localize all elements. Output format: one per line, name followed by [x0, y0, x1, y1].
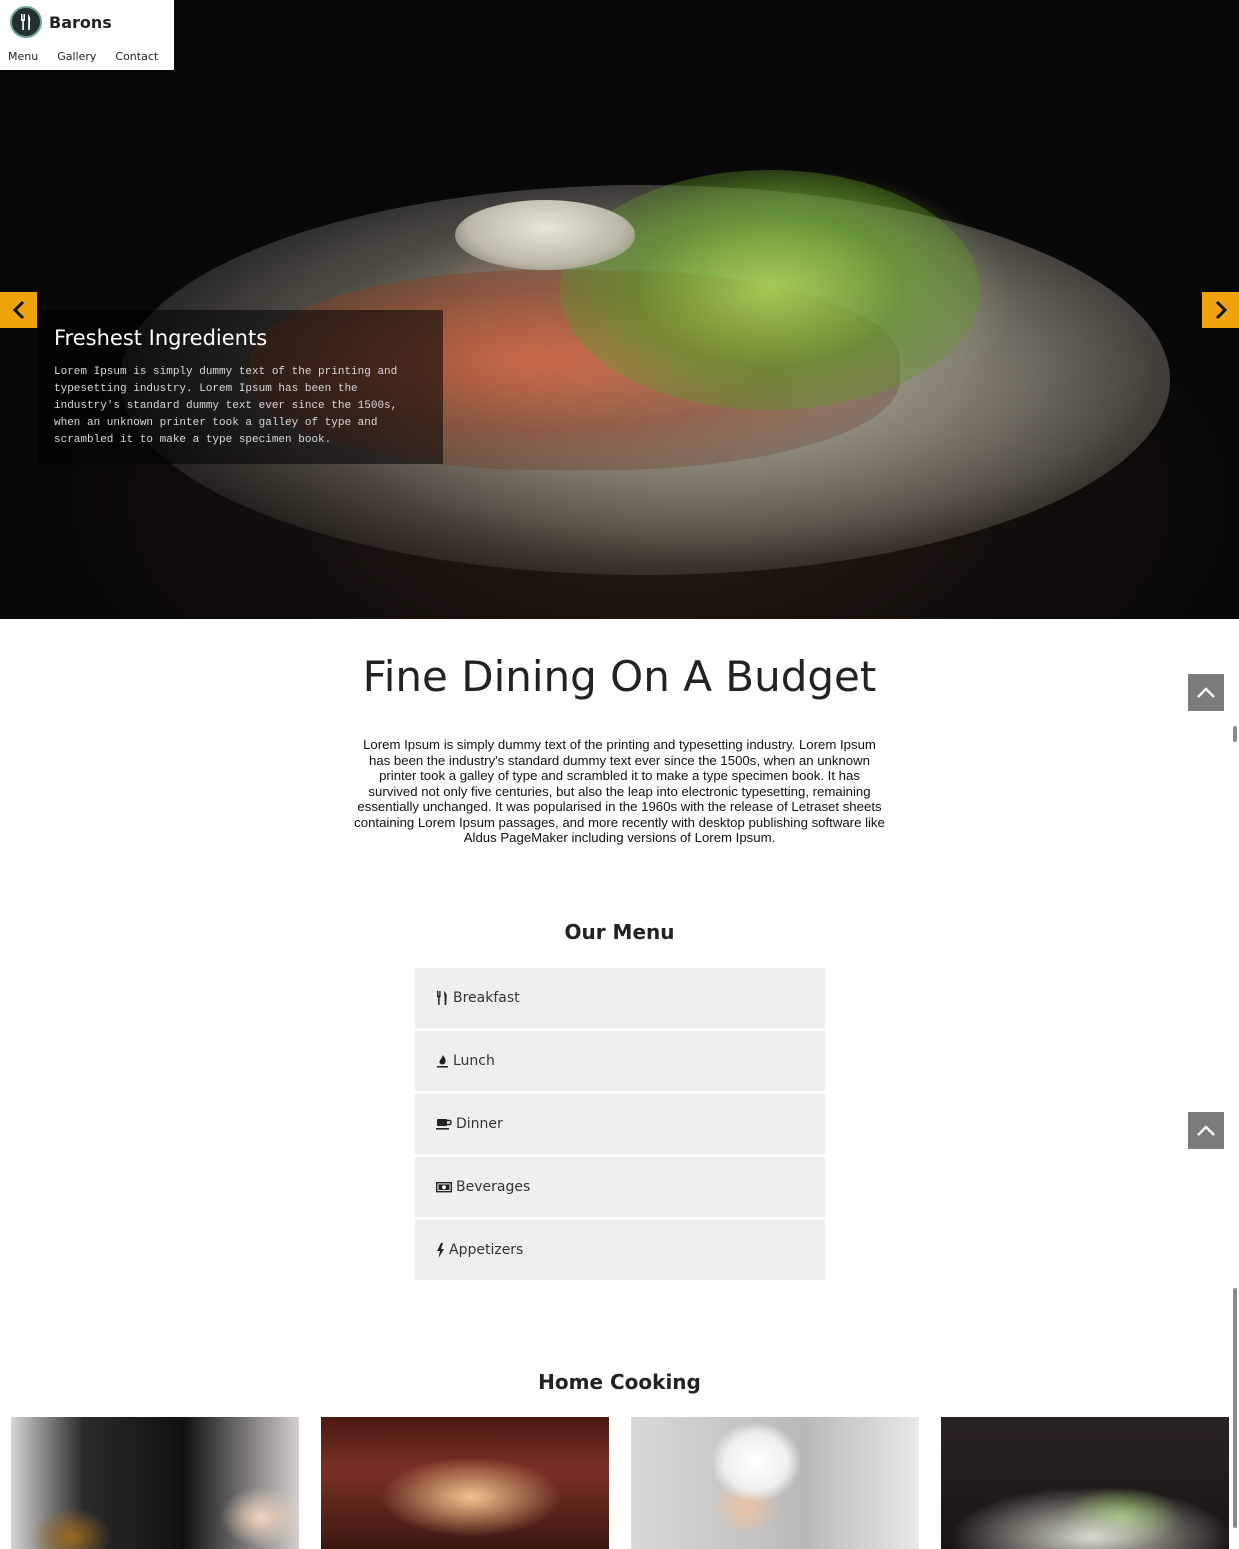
gallery-grid	[11, 1417, 1229, 1549]
page-title: Fine Dining On A Budget	[362, 652, 877, 701]
brand-name[interactable]: Barons	[49, 13, 112, 32]
hero-image-bowl	[455, 200, 635, 270]
menu-item-breakfast[interactable]: Breakfast	[415, 968, 825, 1028]
gallery-image-chef-cooking[interactable]	[11, 1417, 299, 1549]
chevron-right-icon	[1215, 300, 1227, 320]
nav-item-gallery[interactable]: Gallery	[57, 50, 96, 63]
gallery-image-restaurant-interior[interactable]	[321, 1417, 609, 1549]
gallery-image-chef-portrait[interactable]	[631, 1417, 919, 1549]
gallery-image-plated-dish[interactable]	[941, 1417, 1229, 1549]
chevron-up-icon	[1197, 686, 1215, 698]
scrollbar-thumb[interactable]	[1233, 726, 1237, 742]
nav-item-contact[interactable]: Contact	[115, 50, 158, 63]
fire-icon	[436, 1054, 449, 1068]
coffee-icon	[436, 1117, 452, 1131]
back-to-top-button[interactable]	[1188, 1112, 1224, 1149]
slider-next-button[interactable]	[1202, 292, 1239, 328]
menu-item-label: Appetizers	[449, 1242, 524, 1258]
hero-image-salad	[560, 170, 980, 410]
money-icon	[436, 1180, 452, 1194]
hero-slider: Freshest Ingredients Lorem Ipsum is simp…	[0, 0, 1239, 619]
menu-item-lunch[interactable]: Lunch	[415, 1031, 825, 1091]
cutlery-icon	[436, 991, 449, 1005]
scrollbar-thumb[interactable]	[1233, 1288, 1237, 1528]
menu-item-label: Dinner	[456, 1116, 503, 1132]
back-to-top-button[interactable]	[1188, 674, 1224, 711]
hero-caption-text: Lorem Ipsum is simply dummy text of the …	[54, 366, 398, 446]
menu-item-label: Beverages	[456, 1179, 531, 1195]
cutlery-icon	[21, 14, 31, 30]
menu-item-label: Lunch	[453, 1053, 495, 1069]
chevron-left-icon	[12, 300, 24, 320]
menu-item-beverages[interactable]: Beverages	[415, 1157, 825, 1217]
hero-caption-title: Freshest Ingredients	[54, 326, 268, 350]
header: Barons Menu Gallery Contact	[0, 0, 174, 70]
intro-text: Lorem Ipsum is simply dummy text of the …	[354, 737, 885, 845]
chevron-up-icon	[1197, 1124, 1215, 1136]
gallery-heading: Home Cooking	[538, 1370, 701, 1394]
bolt-icon	[436, 1242, 445, 1258]
nav-item-menu[interactable]: Menu	[8, 50, 38, 63]
hero-caption: Freshest Ingredients Lorem Ipsum is simp…	[37, 310, 443, 464]
menu-item-dinner[interactable]: Dinner	[415, 1094, 825, 1154]
logo[interactable]	[10, 6, 42, 38]
menu-item-label: Breakfast	[453, 990, 520, 1006]
menu-list: Breakfast Lunch Dinner Beverages Appetiz…	[415, 968, 825, 1283]
slider-prev-button[interactable]	[0, 292, 37, 328]
main-nav: Menu Gallery Contact	[8, 50, 158, 63]
menu-heading: Our Menu	[564, 920, 675, 944]
menu-item-appetizers[interactable]: Appetizers	[415, 1220, 825, 1280]
